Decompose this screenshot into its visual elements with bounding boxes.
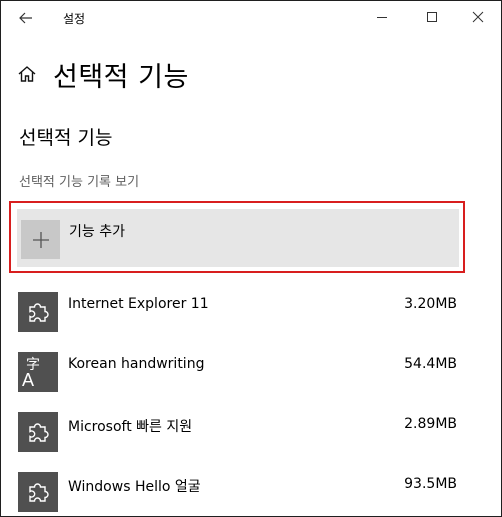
window-title: 설정 — [63, 12, 86, 26]
close-button[interactable] — [463, 5, 493, 29]
feature-size: 54.4MB — [404, 356, 457, 372]
settings-window: 설정 선택적 기능 선택적 기능 선택적 기능 기록 보기 기능 추가 Inte… — [0, 0, 502, 517]
home-icon[interactable] — [17, 63, 39, 85]
language-glyph-small: A — [22, 370, 35, 390]
feature-history-link[interactable]: 선택적 기능 기록 보기 — [19, 171, 139, 190]
page-header: 선택적 기능 — [17, 57, 189, 93]
feature-name: Windows Hello 얼굴 — [68, 479, 201, 495]
page-title: 선택적 기능 — [53, 61, 189, 93]
add-feature-label: 기능 추가 — [69, 224, 125, 240]
section-title: 선택적 기능 — [19, 127, 113, 149]
feature-size: 2.89MB — [404, 416, 457, 432]
maximize-icon — [427, 12, 437, 22]
feature-item-quick-assist[interactable]: Microsoft 빠른 지원 2.89MB — [1, 403, 501, 463]
feature-name: Microsoft 빠른 지원 — [68, 419, 193, 435]
minimize-button[interactable] — [367, 5, 397, 29]
back-arrow-icon — [19, 12, 32, 24]
back-button[interactable] — [9, 5, 43, 31]
add-feature-button[interactable]: 기능 추가 — [17, 209, 459, 267]
puzzle-icon — [18, 412, 58, 452]
feature-item-internet-explorer[interactable]: Internet Explorer 11 3.20MB — [1, 283, 501, 343]
feature-item-windows-hello-face[interactable]: Windows Hello 얼굴 93.5MB — [1, 463, 501, 516]
feature-name: Korean handwriting — [68, 356, 205, 372]
puzzle-icon — [18, 472, 58, 512]
feature-name: Internet Explorer 11 — [68, 296, 209, 312]
feature-size: 93.5MB — [404, 476, 457, 492]
feature-size: 3.20MB — [404, 296, 457, 312]
title-bar: 설정 — [1, 1, 501, 33]
language-icon: 字 A — [18, 352, 58, 392]
add-feature-highlight: 기능 추가 — [9, 201, 465, 273]
plus-icon — [21, 220, 60, 259]
maximize-button[interactable] — [417, 5, 447, 29]
minimize-icon — [377, 17, 387, 18]
puzzle-icon — [18, 292, 58, 332]
feature-item-korean-handwriting[interactable]: 字 A Korean handwriting 54.4MB — [1, 343, 501, 403]
close-icon — [472, 11, 484, 23]
installed-features-list: Internet Explorer 11 3.20MB 字 A Korean h… — [1, 283, 501, 516]
